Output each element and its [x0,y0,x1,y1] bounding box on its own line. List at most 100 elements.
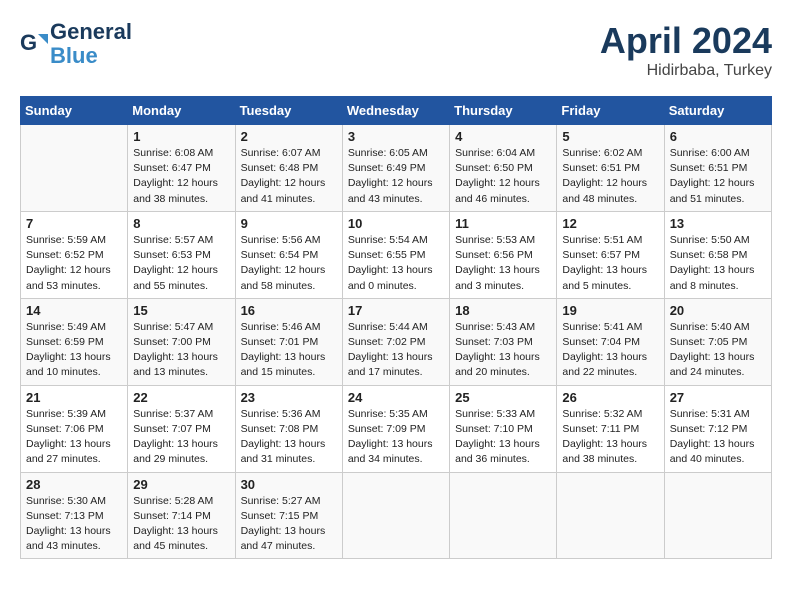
day-number: 25 [455,390,551,405]
day-number: 28 [26,477,122,492]
day-info: Sunrise: 6:00 AMSunset: 6:51 PMDaylight:… [670,146,766,207]
day-cell: 12 Sunrise: 5:51 AMSunset: 6:57 PMDayligh… [557,211,664,298]
day-cell: 17 Sunrise: 5:44 AMSunset: 7:02 PMDayligh… [342,298,449,385]
day-info: Sunrise: 5:46 AMSunset: 7:01 PMDaylight:… [241,320,337,381]
day-info: Sunrise: 5:57 AMSunset: 6:53 PMDaylight:… [133,233,229,294]
day-number: 10 [348,216,444,231]
day-number: 30 [241,477,337,492]
location: Hidirbaba, Turkey [600,62,772,80]
day-cell: 2 Sunrise: 6:07 AMSunset: 6:48 PMDaylight… [235,125,342,212]
day-number: 29 [133,477,229,492]
day-number: 14 [26,303,122,318]
day-info: Sunrise: 5:31 AMSunset: 7:12 PMDaylight:… [670,407,766,468]
day-info: Sunrise: 5:47 AMSunset: 7:00 PMDaylight:… [133,320,229,381]
day-info: Sunrise: 5:59 AMSunset: 6:52 PMDaylight:… [26,233,122,294]
logo: G General Blue [20,20,132,68]
day-number: 24 [348,390,444,405]
day-cell: 7Sunrise: 5:59 AMSunset: 6:52 PMDaylight… [21,211,128,298]
day-number: 17 [348,303,444,318]
day-number: 4 [455,129,551,144]
col-header-tuesday: Tuesday [235,97,342,125]
day-number: 23 [241,390,337,405]
day-number: 13 [670,216,766,231]
day-cell: 8 Sunrise: 5:57 AMSunset: 6:53 PMDaylight… [128,211,235,298]
day-number: 2 [241,129,337,144]
day-cell: 15 Sunrise: 5:47 AMSunset: 7:00 PMDayligh… [128,298,235,385]
day-number: 5 [562,129,658,144]
day-cell [342,472,449,559]
day-number: 20 [670,303,766,318]
day-number: 19 [562,303,658,318]
day-cell: 23 Sunrise: 5:36 AMSunset: 7:08 PMDayligh… [235,385,342,472]
col-header-saturday: Saturday [664,97,771,125]
day-info: Sunrise: 5:51 AMSunset: 6:57 PMDaylight:… [562,233,658,294]
day-cell: 24Sunrise: 5:35 AMSunset: 7:09 PMDayligh… [342,385,449,472]
day-info: Sunrise: 5:49 AMSunset: 6:59 PMDaylight:… [26,320,122,381]
day-number: 11 [455,216,551,231]
day-number: 12 [562,216,658,231]
day-number: 6 [670,129,766,144]
month-title: April 2024 [600,20,772,62]
day-info: Sunrise: 5:56 AMSunset: 6:54 PMDaylight:… [241,233,337,294]
logo-text: General Blue [50,20,132,68]
day-number: 27 [670,390,766,405]
page-header: G General Blue April 2024 Hidirbaba, Tur… [20,20,772,80]
day-cell: 20Sunrise: 5:40 AMSunset: 7:05 PMDayligh… [664,298,771,385]
week-row-2: 7Sunrise: 5:59 AMSunset: 6:52 PMDaylight… [21,211,772,298]
title-block: April 2024 Hidirbaba, Turkey [600,20,772,80]
day-info: Sunrise: 5:44 AMSunset: 7:02 PMDaylight:… [348,320,444,381]
day-info: Sunrise: 5:50 AMSunset: 6:58 PMDaylight:… [670,233,766,294]
day-number: 16 [241,303,337,318]
day-cell [450,472,557,559]
day-info: Sunrise: 5:33 AMSunset: 7:10 PMDaylight:… [455,407,551,468]
day-cell: 27 Sunrise: 5:31 AMSunset: 7:12 PMDayligh… [664,385,771,472]
day-cell [664,472,771,559]
day-number: 1 [133,129,229,144]
day-info: Sunrise: 6:02 AMSunset: 6:51 PMDaylight:… [562,146,658,207]
day-number: 26 [562,390,658,405]
day-cell: 3Sunrise: 6:05 AMSunset: 6:49 PMDaylight… [342,125,449,212]
day-cell: 5 Sunrise: 6:02 AMSunset: 6:51 PMDaylight… [557,125,664,212]
day-cell: 28Sunrise: 5:30 AMSunset: 7:13 PMDayligh… [21,472,128,559]
day-info: Sunrise: 5:32 AMSunset: 7:11 PMDaylight:… [562,407,658,468]
day-info: Sunrise: 5:36 AMSunset: 7:08 PMDaylight:… [241,407,337,468]
day-cell: 13 Sunrise: 5:50 AMSunset: 6:58 PMDayligh… [664,211,771,298]
day-number: 9 [241,216,337,231]
day-number: 8 [133,216,229,231]
day-info: Sunrise: 6:08 AMSunset: 6:47 PMDaylight:… [133,146,229,207]
day-cell: 30Sunrise: 5:27 AMSunset: 7:15 PMDayligh… [235,472,342,559]
day-cell: 19Sunrise: 5:41 AMSunset: 7:04 PMDayligh… [557,298,664,385]
day-info: Sunrise: 6:07 AMSunset: 6:48 PMDaylight:… [241,146,337,207]
col-header-sunday: Sunday [21,97,128,125]
col-header-monday: Monday [128,97,235,125]
col-header-friday: Friday [557,97,664,125]
week-row-4: 21 Sunrise: 5:39 AMSunset: 7:06 PMDayligh… [21,385,772,472]
day-cell: 22Sunrise: 5:37 AMSunset: 7:07 PMDayligh… [128,385,235,472]
week-row-3: 14 Sunrise: 5:49 AMSunset: 6:59 PMDayligh… [21,298,772,385]
logo-line1: General [50,19,132,44]
day-cell: 18Sunrise: 5:43 AMSunset: 7:03 PMDayligh… [450,298,557,385]
day-number: 15 [133,303,229,318]
day-number: 22 [133,390,229,405]
day-info: Sunrise: 5:53 AMSunset: 6:56 PMDaylight:… [455,233,551,294]
day-cell: 26 Sunrise: 5:32 AMSunset: 7:11 PMDayligh… [557,385,664,472]
day-cell [21,125,128,212]
day-number: 18 [455,303,551,318]
day-cell: 25 Sunrise: 5:33 AMSunset: 7:10 PMDayligh… [450,385,557,472]
day-info: Sunrise: 5:54 AMSunset: 6:55 PMDaylight:… [348,233,444,294]
day-info: Sunrise: 5:39 AMSunset: 7:06 PMDaylight:… [26,407,122,468]
day-cell: 21 Sunrise: 5:39 AMSunset: 7:06 PMDayligh… [21,385,128,472]
day-cell: 9 Sunrise: 5:56 AMSunset: 6:54 PMDaylight… [235,211,342,298]
day-cell: 1 Sunrise: 6:08 AMSunset: 6:47 PMDaylight… [128,125,235,212]
col-header-wednesday: Wednesday [342,97,449,125]
day-number: 21 [26,390,122,405]
day-cell: 16 Sunrise: 5:46 AMSunset: 7:01 PMDayligh… [235,298,342,385]
day-info: Sunrise: 6:04 AMSunset: 6:50 PMDaylight:… [455,146,551,207]
day-info: Sunrise: 6:05 AMSunset: 6:49 PMDaylight:… [348,146,444,207]
day-cell: 14 Sunrise: 5:49 AMSunset: 6:59 PMDayligh… [21,298,128,385]
day-cell: 4 Sunrise: 6:04 AMSunset: 6:50 PMDaylight… [450,125,557,212]
col-header-thursday: Thursday [450,97,557,125]
logo-line2: Blue [50,43,98,68]
column-headers: SundayMondayTuesdayWednesdayThursdayFrid… [21,97,772,125]
logo-icon: G [20,30,48,58]
